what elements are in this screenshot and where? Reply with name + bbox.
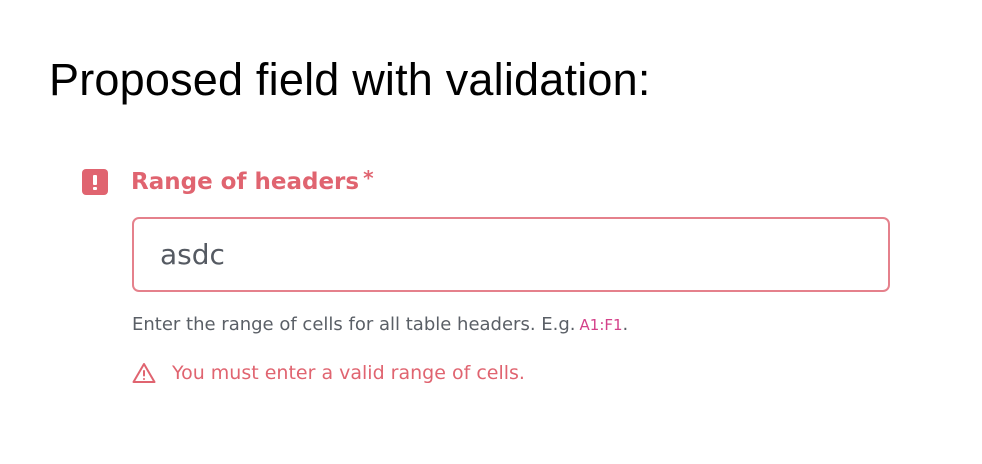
required-asterisk: * [363,166,374,190]
helper-text: Enter the range of cells for all table h… [132,314,628,335]
helper-description: Enter the range of cells for all table h… [132,314,576,335]
page-heading: Proposed field with validation: [49,54,651,105]
error-message: You must enter a valid range of cells. [172,362,525,384]
field-label: Range of headers [131,169,360,195]
warning-triangle-icon [132,362,156,384]
validation-error: You must enter a valid range of cells. [132,360,525,386]
range-of-headers-input[interactable] [132,217,890,292]
error-badge-icon [82,169,108,195]
helper-suffix: . [622,314,629,335]
helper-example: A1:F1 [579,316,623,334]
field-label-row: Range of headers * [82,166,374,197]
